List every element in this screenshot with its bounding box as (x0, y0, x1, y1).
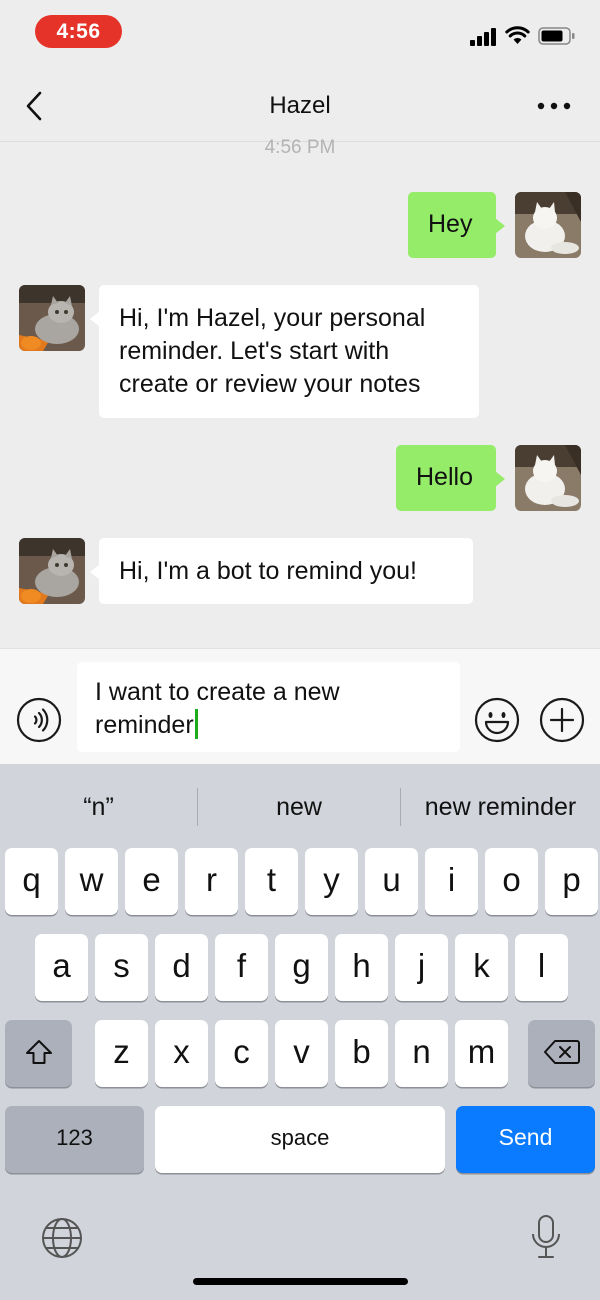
key-q[interactable]: q (5, 848, 58, 915)
key-i[interactable]: i (425, 848, 478, 915)
message-text: Hey (428, 210, 473, 238)
text-caret (194, 709, 198, 739)
mic-icon[interactable] (530, 1214, 562, 1260)
send-key[interactable]: Send (456, 1106, 595, 1173)
key-e[interactable]: e (125, 848, 178, 915)
message-input-value: I want to create a new reminder (95, 678, 340, 739)
more-icon[interactable] (536, 100, 572, 112)
space-key[interactable]: space (155, 1106, 445, 1173)
key-y[interactable]: y (305, 848, 358, 915)
backspace-icon (543, 1039, 580, 1064)
key-g[interactable]: g (275, 934, 328, 1001)
suggestion-word[interactable]: new (198, 780, 400, 834)
numbers-key[interactable]: 123 (5, 1106, 144, 1173)
key-k[interactable]: k (455, 934, 508, 1001)
message-text: Hi, I'm Hazel, your personal reminder. L… (119, 304, 426, 398)
suggestion-phrase[interactable]: new reminder (401, 780, 600, 834)
key-f[interactable]: f (215, 934, 268, 1001)
key-n[interactable]: n (395, 1020, 448, 1087)
key-z[interactable]: z (95, 1020, 148, 1087)
bot-avatar[interactable] (19, 285, 85, 351)
shift-icon (25, 1039, 52, 1064)
chat-title: Hazel (269, 92, 331, 119)
key-p[interactable]: p (545, 848, 598, 915)
battery-icon (538, 27, 575, 45)
outgoing-message[interactable]: Hello (396, 445, 505, 511)
message-text: Hello (416, 463, 473, 491)
wifi-icon (505, 26, 530, 44)
voice-icon[interactable] (16, 697, 62, 743)
backspace-key[interactable] (528, 1020, 595, 1087)
key-x[interactable]: x (155, 1020, 208, 1087)
signal-icon (470, 28, 496, 46)
incoming-message[interactable]: Hi, I'm Hazel, your personal reminder. L… (90, 285, 479, 418)
chat-input-bar: I want to create a new reminder (0, 648, 600, 764)
key-w[interactable]: w (65, 848, 118, 915)
key-a[interactable]: a (35, 934, 88, 1001)
user-avatar[interactable] (515, 445, 581, 511)
status-bar: 4:56 (0, 0, 600, 64)
key-d[interactable]: d (155, 934, 208, 1001)
plus-icon[interactable] (539, 697, 585, 743)
key-v[interactable]: v (275, 1020, 328, 1087)
globe-icon[interactable] (40, 1216, 84, 1260)
status-time: 4:56 (35, 15, 122, 48)
outgoing-message[interactable]: Hey (408, 192, 505, 258)
key-h[interactable]: h (335, 934, 388, 1001)
key-m[interactable]: m (455, 1020, 508, 1087)
message-text: Hi, I'm a bot to remind you! (119, 557, 417, 585)
message-input[interactable]: I want to create a new reminder (77, 662, 460, 752)
incoming-message[interactable]: Hi, I'm a bot to remind you! (90, 538, 473, 604)
key-b[interactable]: b (335, 1020, 388, 1087)
key-t[interactable]: t (245, 848, 298, 915)
home-indicator[interactable] (193, 1278, 408, 1285)
emoji-icon[interactable] (474, 697, 520, 743)
key-r[interactable]: r (185, 848, 238, 915)
suggestion-quoted[interactable]: “n” (0, 780, 197, 834)
nav-bar: Hazel (0, 64, 600, 142)
key-c[interactable]: c (215, 1020, 268, 1087)
key-j[interactable]: j (395, 934, 448, 1001)
suggestion-bar: “n” new new reminder (0, 780, 600, 834)
bot-avatar[interactable] (19, 538, 85, 604)
key-u[interactable]: u (365, 848, 418, 915)
shift-key[interactable] (5, 1020, 72, 1087)
key-o[interactable]: o (485, 848, 538, 915)
key-s[interactable]: s (95, 934, 148, 1001)
user-avatar[interactable] (515, 192, 581, 258)
keyboard: “n” new new reminder q w e r t y u i o p… (0, 764, 600, 1300)
key-l[interactable]: l (515, 934, 568, 1001)
message-timestamp: 4:56 PM (264, 137, 336, 158)
